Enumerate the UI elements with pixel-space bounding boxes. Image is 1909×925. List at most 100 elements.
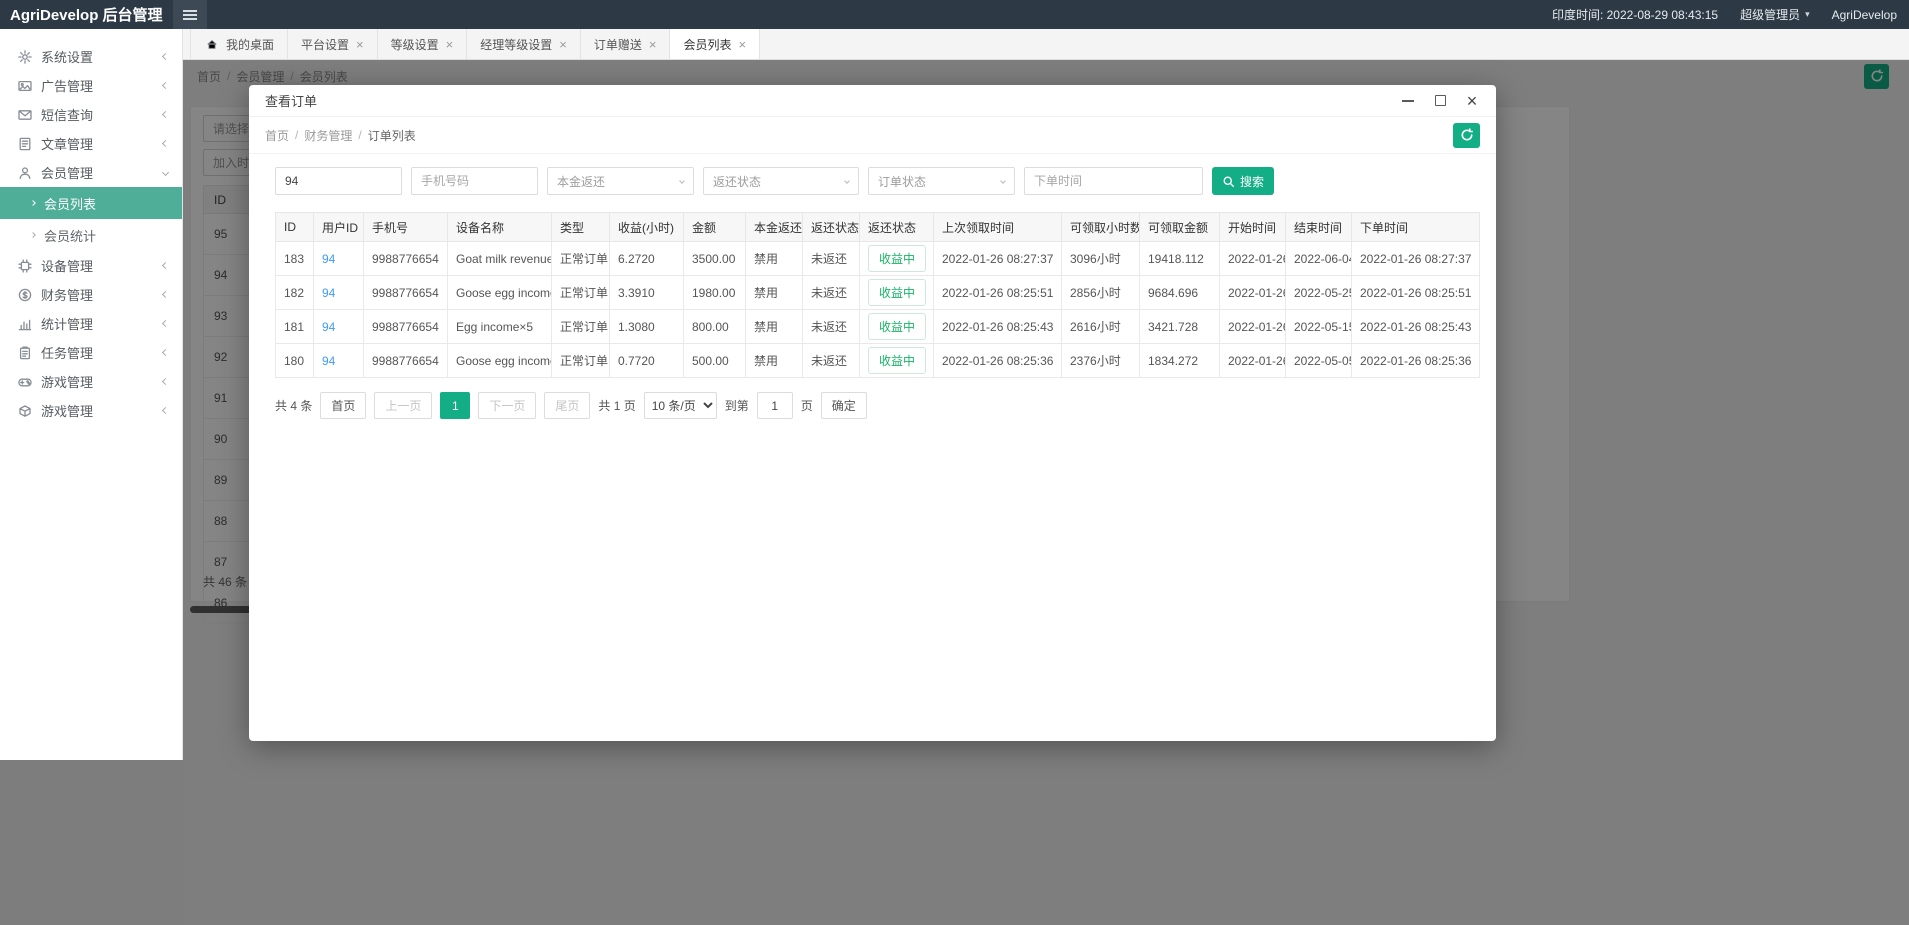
cell-order_time: 2022-01-26 08:25:43	[1352, 310, 1480, 344]
cell-collect_amount: 1834.272	[1140, 344, 1220, 378]
close-icon[interactable]: ×	[738, 38, 746, 51]
tab-label: 我的桌面	[226, 36, 274, 53]
profit-status-chip[interactable]: 收益中	[868, 347, 926, 374]
principal-return-select[interactable]: 本金返还	[547, 167, 694, 195]
chevron-left-icon	[163, 112, 168, 117]
cell-last_collect: 2022-01-26 08:25:36	[934, 344, 1062, 378]
topbar: AgriDevelop 后台管理 印度时间: 2022-08-29 08:43:…	[0, 0, 1909, 29]
cell-principal: 禁用	[746, 242, 803, 276]
close-button[interactable]: ×	[1464, 93, 1480, 109]
cell-amount: 3500.00	[684, 242, 746, 276]
goto-unit: 页	[801, 397, 813, 414]
image-icon	[17, 78, 32, 93]
minimize-button[interactable]	[1400, 93, 1416, 109]
sidebar-item-article-management[interactable]: 文章管理	[0, 129, 182, 158]
package-icon	[17, 403, 32, 418]
column-header: 类型	[552, 213, 610, 242]
first-page-button[interactable]: 首页	[320, 392, 366, 419]
search-button[interactable]: 搜索	[1212, 167, 1274, 195]
sidebar-item-device-management[interactable]: 设备管理	[0, 251, 182, 280]
gamepad-icon	[17, 374, 32, 389]
sidebar-item-member-management[interactable]: 会员管理	[0, 158, 182, 187]
sidebar: 系统设置 广告管理 短信查询 文章管理 会员管理 会员列表 会员统计 设备管理	[0, 29, 183, 760]
close-icon[interactable]: ×	[446, 38, 454, 51]
sidebar-item-finance-management[interactable]: 财务管理	[0, 280, 182, 309]
cell-amount: 800.00	[684, 310, 746, 344]
sidebar-item-game-management-2[interactable]: 游戏管理	[0, 396, 182, 425]
user-id-link[interactable]: 94	[322, 354, 335, 368]
sidebar-item-stats-management[interactable]: 统计管理	[0, 309, 182, 338]
refresh-button[interactable]	[1453, 123, 1480, 148]
sidebar-item-member-list[interactable]: 会员列表	[0, 187, 182, 219]
breadcrumb-home[interactable]: 首页	[265, 127, 289, 144]
total-count: 共 4 条	[275, 397, 312, 414]
cell-principal: 禁用	[746, 276, 803, 310]
cell-return_status: 未返还	[803, 276, 860, 310]
cell-hourly: 6.2720	[610, 242, 684, 276]
close-icon[interactable]: ×	[559, 38, 567, 51]
order-table: ID用户ID手机号设备名称类型收益(小时)金额本金返还返还状态返还状态上次领取时…	[275, 212, 1480, 378]
current-page-button[interactable]: 1	[440, 392, 470, 419]
account-name[interactable]: AgriDevelop	[1832, 8, 1897, 22]
cell-hours: 2856小时	[1062, 276, 1140, 310]
cell-device: Goat milk revenue×1	[448, 242, 552, 276]
column-header: 本金返还	[746, 213, 803, 242]
tab-manager-level-settings[interactable]: 经理等级设置 ×	[467, 29, 581, 59]
cell-last_collect: 2022-01-26 08:25:51	[934, 276, 1062, 310]
sidebar-item-member-stats[interactable]: 会员统计	[0, 219, 182, 251]
tab-level-settings[interactable]: 等级设置 ×	[378, 29, 468, 59]
order-filters: 本金返还 返还状态 订单状态 搜索	[249, 154, 1496, 195]
phone-input[interactable]	[411, 167, 538, 195]
sidebar-item-ad-management[interactable]: 广告管理	[0, 71, 182, 100]
column-header: 下单时间	[1352, 213, 1480, 242]
minimize-icon	[1402, 100, 1414, 102]
profit-status-chip[interactable]: 收益中	[868, 313, 926, 340]
sidebar-toggle-button[interactable]	[173, 0, 207, 29]
tab-desktop[interactable]: 我的桌面	[190, 29, 288, 59]
user-id-input[interactable]	[275, 167, 402, 195]
chevron-left-icon	[163, 379, 168, 384]
cell-start: 2022-01-26	[1220, 344, 1286, 378]
user-role-dropdown[interactable]: 超级管理员 ▾	[1740, 6, 1810, 23]
order-row: 181949988776654Egg income×5正常订单1.3080800…	[276, 310, 1480, 344]
tab-order-gift[interactable]: 订单赠送 ×	[581, 29, 671, 59]
user-id-link[interactable]: 94	[322, 252, 335, 266]
close-icon[interactable]: ×	[356, 38, 364, 51]
sidebar-item-system-settings[interactable]: 系统设置	[0, 42, 182, 71]
sidebar-item-task-management[interactable]: 任务管理	[0, 338, 182, 367]
cell-return_status: 未返还	[803, 344, 860, 378]
order-status-select[interactable]: 订单状态	[868, 167, 1015, 195]
cell-return_status: 未返还	[803, 242, 860, 276]
user-id-link[interactable]: 94	[322, 286, 335, 300]
cell-last_collect: 2022-01-26 08:25:43	[934, 310, 1062, 344]
close-icon[interactable]: ×	[649, 38, 657, 51]
tab-bar: 我的桌面 平台设置 × 等级设置 × 经理等级设置 × 订单赠送 × 会员列表 …	[183, 29, 1909, 60]
confirm-button[interactable]: 确定	[821, 392, 867, 419]
cell-device: Goose egg income ×1	[448, 344, 552, 378]
profit-status-chip[interactable]: 收益中	[868, 245, 926, 272]
cell-device: Egg income×5	[448, 310, 552, 344]
chevron-left-icon	[163, 54, 168, 59]
per-page-select[interactable]: 10 条/页	[644, 392, 717, 419]
tab-label: 等级设置	[391, 36, 439, 53]
user-id-link[interactable]: 94	[322, 320, 335, 334]
hamburger-icon	[183, 14, 197, 16]
goto-page-input[interactable]	[757, 392, 793, 419]
breadcrumb-current: 订单列表	[368, 127, 416, 144]
window-controls: ×	[1400, 93, 1480, 109]
chevron-down-icon: ▾	[1805, 9, 1810, 20]
tab-platform-settings[interactable]: 平台设置 ×	[288, 29, 378, 59]
column-header: 开始时间	[1220, 213, 1286, 242]
return-status-select[interactable]: 返还状态	[703, 167, 859, 195]
maximize-button[interactable]	[1432, 93, 1448, 109]
sidebar-item-game-management-1[interactable]: 游戏管理	[0, 367, 182, 396]
profit-status-chip[interactable]: 收益中	[868, 279, 926, 306]
cell-id: 180	[276, 344, 314, 378]
order-time-input[interactable]	[1024, 167, 1203, 195]
cell-user_id: 94	[314, 242, 364, 276]
cell-end: 2022-05-05	[1286, 344, 1352, 378]
modal-title: 查看订单	[265, 91, 317, 110]
breadcrumb-item: 财务管理	[304, 127, 352, 144]
tab-member-list[interactable]: 会员列表 ×	[670, 29, 760, 59]
sidebar-item-sms-query[interactable]: 短信查询	[0, 100, 182, 129]
